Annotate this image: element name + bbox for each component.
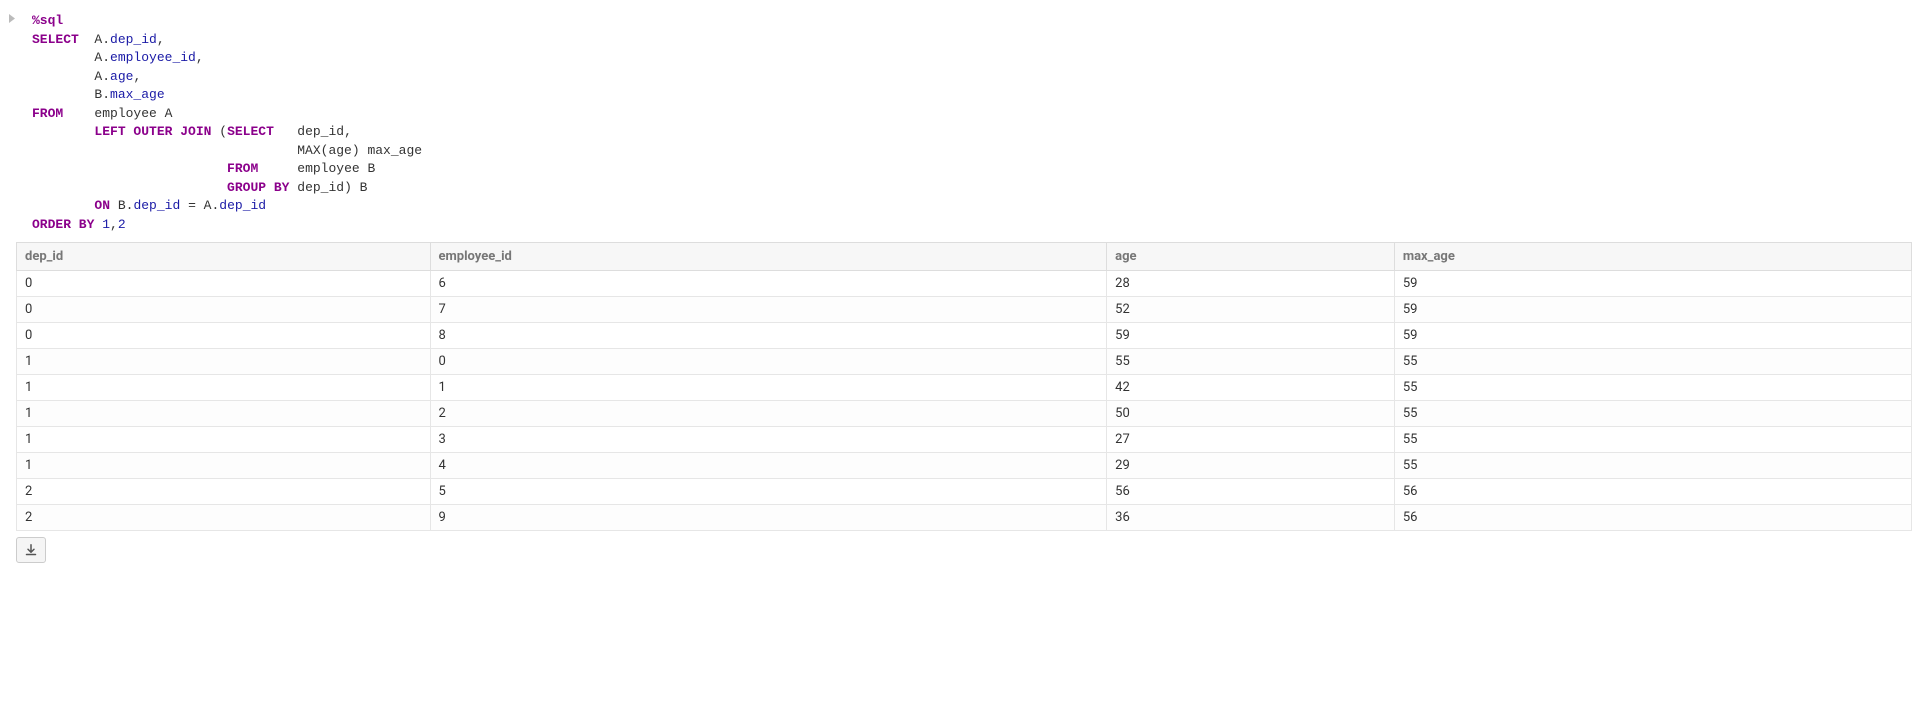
table-cell: 7 [430, 297, 1107, 323]
table-cell: 29 [1107, 453, 1395, 479]
table-body: 0628590752590859591055551142551250551327… [17, 271, 1912, 531]
table-cell: 56 [1107, 479, 1395, 505]
table-cell: 27 [1107, 427, 1395, 453]
table-cell: 36 [1107, 505, 1395, 531]
table-cell: 55 [1394, 453, 1911, 479]
table-cell: 55 [1394, 401, 1911, 427]
collapse-chevron-icon[interactable] [0, 8, 24, 26]
download-button[interactable] [16, 537, 46, 563]
table-cell: 1 [17, 401, 431, 427]
table-cell: 59 [1394, 323, 1911, 349]
table-cell: 52 [1107, 297, 1395, 323]
table-cell: 1 [430, 375, 1107, 401]
table-cell: 59 [1107, 323, 1395, 349]
table-cell: 8 [430, 323, 1107, 349]
table-cell: 0 [17, 271, 431, 297]
table-row: 114255 [17, 375, 1912, 401]
cell-output-area: dep_idemployee_idagemax_age 062859075259… [0, 242, 1928, 571]
table-cell: 5 [430, 479, 1107, 505]
column-header[interactable]: employee_id [430, 243, 1107, 271]
table-cell: 59 [1394, 297, 1911, 323]
table-cell: 56 [1394, 479, 1911, 505]
table-row: 062859 [17, 271, 1912, 297]
table-cell: 6 [430, 271, 1107, 297]
table-cell: 1 [17, 427, 431, 453]
table-row: 142955 [17, 453, 1912, 479]
table-cell: 55 [1107, 349, 1395, 375]
column-header[interactable]: max_age [1394, 243, 1911, 271]
table-cell: 2 [430, 401, 1107, 427]
table-cell: 1 [17, 375, 431, 401]
column-header[interactable]: dep_id [17, 243, 431, 271]
table-cell: 3 [430, 427, 1107, 453]
table-cell: 28 [1107, 271, 1395, 297]
table-row: 125055 [17, 401, 1912, 427]
table-cell: 50 [1107, 401, 1395, 427]
table-cell: 4 [430, 453, 1107, 479]
table-row: 105555 [17, 349, 1912, 375]
download-icon [25, 544, 37, 556]
column-header[interactable]: age [1107, 243, 1395, 271]
table-row: 132755 [17, 427, 1912, 453]
table-cell: 2 [17, 505, 431, 531]
table-cell: 42 [1107, 375, 1395, 401]
table-cell: 55 [1394, 349, 1911, 375]
table-row: 075259 [17, 297, 1912, 323]
table-row: 085959 [17, 323, 1912, 349]
table-cell: 56 [1394, 505, 1911, 531]
cell-input-area: %sql SELECT A.dep_id, A.employee_id, A.a… [0, 8, 1928, 242]
table-cell: 1 [17, 453, 431, 479]
table-cell: 9 [430, 505, 1107, 531]
notebook-cell: %sql SELECT A.dep_id, A.employee_id, A.a… [0, 0, 1928, 571]
table-cell: 2 [17, 479, 431, 505]
table-row: 293656 [17, 505, 1912, 531]
table-row: 255656 [17, 479, 1912, 505]
table-cell: 59 [1394, 271, 1911, 297]
table-cell: 0 [17, 297, 431, 323]
table-cell: 0 [430, 349, 1107, 375]
table-cell: 55 [1394, 375, 1911, 401]
table-cell: 55 [1394, 427, 1911, 453]
sql-code-editor[interactable]: %sql SELECT A.dep_id, A.employee_id, A.a… [24, 8, 422, 242]
result-table: dep_idemployee_idagemax_age 062859075259… [16, 242, 1912, 531]
table-cell: 0 [17, 323, 431, 349]
table-header-row: dep_idemployee_idagemax_age [17, 243, 1912, 271]
table-cell: 1 [17, 349, 431, 375]
